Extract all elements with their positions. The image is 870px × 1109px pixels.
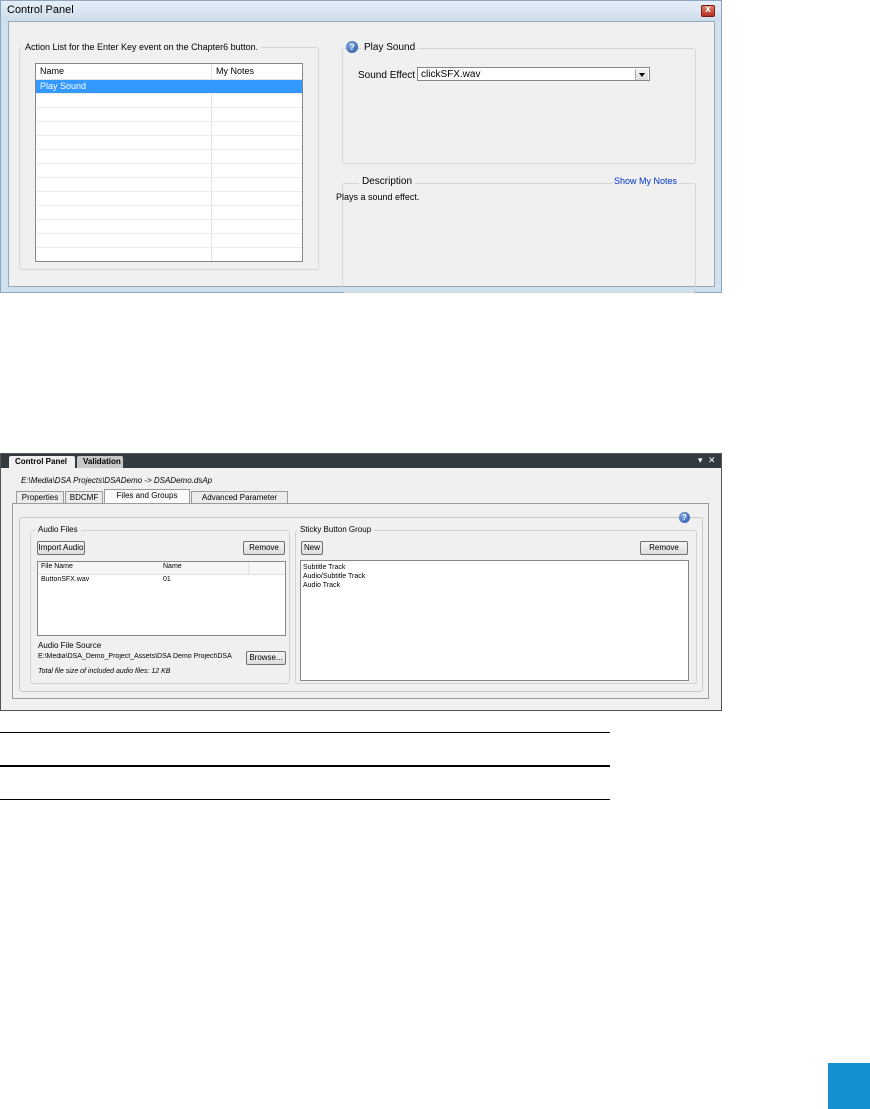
sound-effect-value: clickSFX.wav [421,69,481,80]
list-item[interactable] [36,136,302,150]
action-name: Play Sound [40,81,87,91]
list-item[interactable] [36,234,302,248]
tab-files-and-groups[interactable]: Files and Groups [104,489,190,504]
action-list-view[interactable]: Name My Notes Play Sound [35,63,303,262]
sticky-group-legend: Sticky Button Group [297,525,375,534]
list-item[interactable] [36,220,302,234]
play-sound-legend: Play Sound [361,42,419,53]
close-icon[interactable]: ✕ [708,455,716,466]
list-item[interactable]: Subtitle Track [303,563,365,572]
table-row[interactable]: ButtonSFX.wav 01 [38,575,285,587]
import-audio-button[interactable]: Import Audio [37,541,85,555]
list-item[interactable] [36,164,302,178]
column-header-file-name[interactable]: File Name [41,563,73,570]
audio-files-list[interactable]: File Name Name ButtonSFX.wav 01 [37,561,286,636]
new-group-button[interactable]: New [301,541,323,555]
column-header-name[interactable]: Name [40,66,64,76]
list-item[interactable] [36,192,302,206]
column-divider [248,562,249,574]
chevron-down-icon[interactable] [635,69,648,80]
remove-group-button[interactable]: Remove [640,541,688,555]
play-sound-group [342,48,696,164]
list-item[interactable]: Audio Track [303,581,365,590]
close-button[interactable]: x [701,4,715,17]
browse-button[interactable]: Browse... [246,651,286,665]
audio-source-label: Audio File Source [38,641,102,650]
project-path: E:\Media\DSA Projects\DSADemo -> DSADemo… [21,476,213,485]
list-item-selected[interactable]: Play Sound [36,80,302,94]
column-header-name[interactable]: Name [163,563,182,570]
title-bar[interactable]: Control Panel x [1,1,721,21]
sound-effect-dropdown[interactable]: clickSFX.wav [417,67,650,81]
list-item[interactable] [36,178,302,192]
help-icon[interactable]: ? [346,41,358,53]
window-title: Control Panel [7,4,74,16]
tab-control-panel[interactable]: Control Panel [9,456,75,468]
total-file-size: Total file size of included audio files:… [38,668,171,675]
action-list-legend: Action List for the Enter Key event on t… [22,42,262,52]
show-my-notes-link[interactable]: Show My Notes [612,176,680,186]
list-header: Name My Notes [36,64,302,80]
sticky-group-items: Subtitle Track Audio/Subtitle Track Audi… [303,563,365,590]
description-text: Plays a sound effect. [336,192,420,202]
audio-file-name: ButtonSFX.wav [41,576,90,583]
control-panel-window: Control Panel x Action List for the Ente… [0,0,722,293]
page-tab-marker [828,1063,870,1109]
list-item[interactable] [36,150,302,164]
divider-line [0,799,610,800]
list-item[interactable] [36,122,302,136]
remove-audio-button[interactable]: Remove [243,541,285,555]
divider-line [0,765,610,767]
description-legend: Description [359,176,416,187]
audio-files-legend: Audio Files [35,525,81,534]
pin-icon[interactable]: ▾ [698,455,703,466]
column-header-notes[interactable]: My Notes [216,66,254,76]
docked-control-panel: Control Panel Validation ▾ ✕ E:\Media\DS… [0,453,722,711]
list-item[interactable]: Audio/Subtitle Track [303,572,365,581]
close-icon: x [705,4,711,15]
sticky-group-list[interactable]: Subtitle Track Audio/Subtitle Track Audi… [300,560,689,681]
dock-tab-strip: Control Panel Validation ▾ ✕ [1,454,721,468]
help-icon[interactable]: ? [679,512,690,523]
list-item[interactable] [36,206,302,220]
list-item[interactable] [36,94,302,108]
panel-body: Action List for the Enter Key event on t… [8,21,715,293]
divider-line [0,732,610,733]
sound-effect-label: Sound Effect [358,70,416,81]
audio-name: 01 [163,576,171,583]
list-item[interactable] [36,108,302,122]
audio-source-path: E:\Media\DSA_Demo_Project_Assets\DSA Dem… [38,653,232,660]
tab-validation[interactable]: Validation [77,456,123,468]
